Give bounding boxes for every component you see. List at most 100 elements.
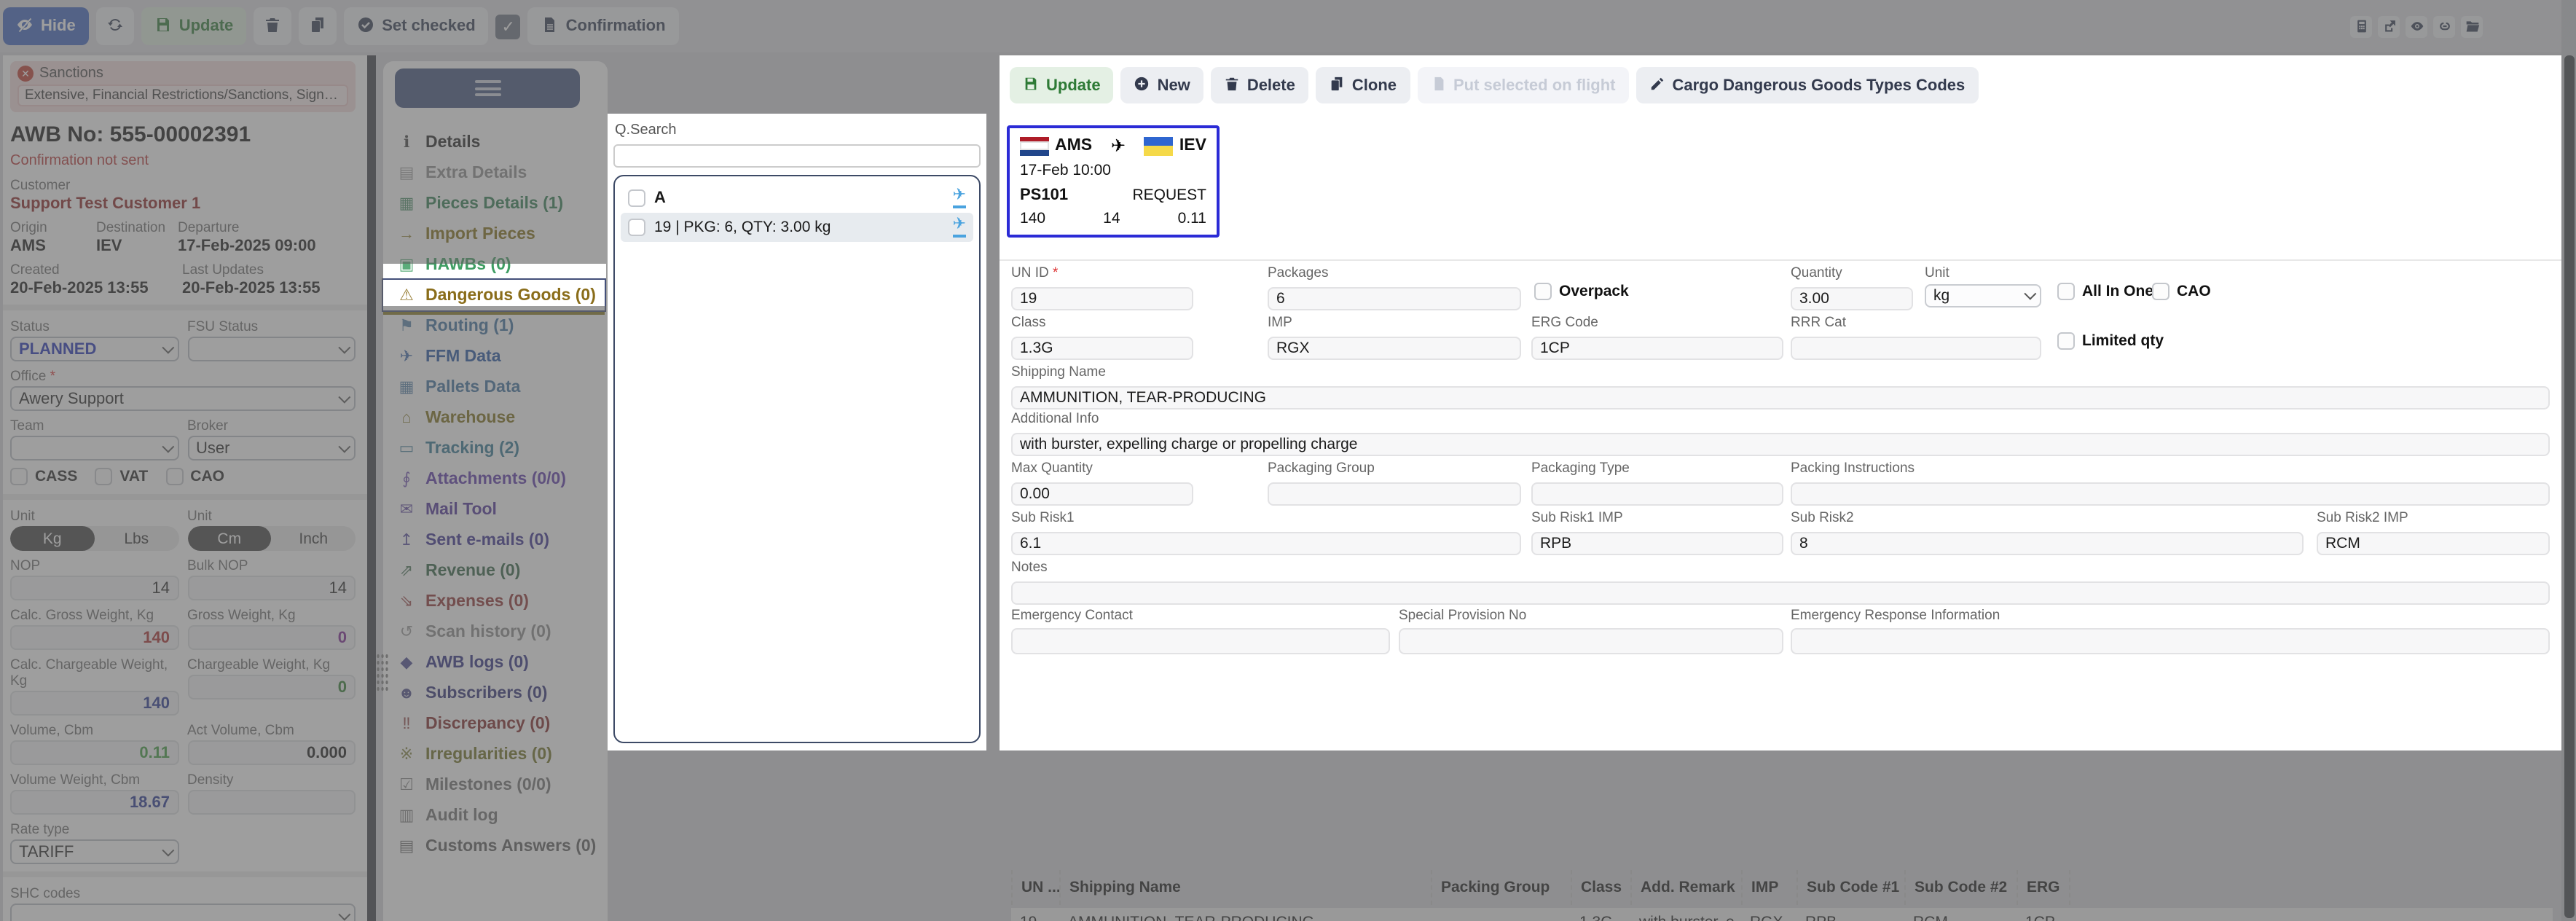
- sidebar-item-ffm-data[interactable]: ✈ FFM Data: [383, 341, 608, 372]
- sidebar-item-pieces-details[interactable]: ▦ Pieces Details (1): [383, 188, 608, 219]
- rrr-cat-input[interactable]: [1791, 337, 2041, 360]
- group-checkbox[interactable]: [628, 189, 645, 207]
- inch-option[interactable]: Inch: [272, 526, 356, 551]
- emergency-contact-input[interactable]: [1011, 628, 1390, 654]
- table-row[interactable]: 19AMMUNITION, TEAR-PRODUCING 1.3Gwith bur…: [1011, 908, 2553, 921]
- sidebar-item-milestones[interactable]: ☑ Milestones (0/0): [383, 769, 608, 800]
- class-input[interactable]: [1011, 337, 1193, 360]
- all-in-one-checkbox[interactable]: [2057, 283, 2075, 300]
- eye-icon[interactable]: [2406, 15, 2427, 37]
- sidebar-item-hawbs[interactable]: ▣ HAWBs (0): [383, 249, 608, 280]
- table-header-cell[interactable]: [2069, 870, 2553, 905]
- quantity-input[interactable]: [1791, 287, 1913, 310]
- sub-risk1-input[interactable]: [1011, 532, 1521, 555]
- erg-code-input[interactable]: [1531, 337, 1783, 360]
- sidebar-scrollbar[interactable]: [367, 55, 376, 921]
- sub-risk2-input[interactable]: [1791, 532, 2304, 555]
- packages-input[interactable]: [1268, 287, 1521, 310]
- bulk-nop-input[interactable]: 14: [187, 576, 356, 600]
- update-button-top[interactable]: Update: [141, 7, 247, 45]
- table-header-cell[interactable]: Sub Code #2: [1904, 870, 2017, 905]
- status-select[interactable]: PLANNED: [10, 337, 178, 361]
- export-icon[interactable]: [2378, 15, 2400, 37]
- cao-checkbox[interactable]: [165, 468, 184, 485]
- item-checkbox[interactable]: [628, 219, 645, 236]
- sidebar-item-sent-emails[interactable]: ↥ Sent e-mails (0): [383, 525, 608, 555]
- chargeable-input[interactable]: 0: [187, 675, 356, 699]
- cargo-dg-codes-button[interactable]: Cargo Dangerous Goods Types Codes: [1635, 67, 1979, 103]
- density-input[interactable]: [187, 790, 356, 815]
- set-checked-button[interactable]: Set checked: [344, 7, 489, 45]
- notes-input[interactable]: [1011, 581, 2550, 605]
- sidebar-item-extra-details[interactable]: ▤ Extra Details: [383, 157, 608, 188]
- limited-qty-checkbox[interactable]: [2057, 332, 2075, 350]
- lbs-option[interactable]: Lbs: [95, 526, 179, 551]
- act-volume-input[interactable]: 0.000: [187, 740, 356, 765]
- cm-option[interactable]: Cm: [187, 526, 272, 551]
- additional-info-input[interactable]: [1011, 433, 2550, 456]
- sidebar-item-awb-logs[interactable]: ◆ AWB logs (0): [383, 647, 608, 678]
- special-provision-input[interactable]: [1399, 628, 1783, 654]
- table-header-cell[interactable]: Class: [1571, 870, 1630, 905]
- hide-button[interactable]: Hide: [3, 7, 89, 45]
- imp-input[interactable]: [1268, 337, 1521, 360]
- shc-codes-select[interactable]: [10, 904, 356, 921]
- table-header-cell[interactable]: Packing Group: [1431, 870, 1571, 905]
- office-select[interactable]: Awery Support: [10, 386, 356, 411]
- sidebar-item-audit-log[interactable]: ▥ Audit log: [383, 800, 608, 831]
- new-button[interactable]: New: [1120, 67, 1203, 103]
- broker-select[interactable]: User: [187, 436, 356, 460]
- sidebar-item-routing[interactable]: ⚑ Routing (1): [383, 310, 608, 341]
- packing-instructions-input[interactable]: [1791, 482, 2550, 506]
- sidebar-item-mail-tool[interactable]: ✉ Mail Tool: [383, 494, 608, 525]
- overpack-checkbox[interactable]: [1534, 283, 1552, 300]
- kg-option[interactable]: Kg: [10, 526, 95, 551]
- delete-button-top[interactable]: [254, 7, 292, 45]
- table-header-cell[interactable]: Sub Code #1: [1796, 870, 1904, 905]
- plane-icon[interactable]: ✈: [952, 216, 966, 238]
- weight-unit-toggle[interactable]: Kg Lbs: [10, 526, 178, 551]
- sidebar-item-expenses[interactable]: ⇘ Expenses (0): [383, 586, 608, 616]
- table-header-cell[interactable]: Shipping Name: [1059, 870, 1431, 905]
- sidebar-item-pallets-data[interactable]: ▦ Pallets Data: [383, 372, 608, 402]
- fsu-status-select[interactable]: [187, 337, 356, 361]
- checked-checkbox[interactable]: ✓: [495, 14, 521, 39]
- sidebar-item-import-pieces[interactable]: → Import Pieces: [383, 219, 608, 249]
- sidebar-item-customs-answers[interactable]: ▤ Customs Answers (0): [383, 831, 608, 861]
- customer-value[interactable]: Support Test Customer 1: [10, 195, 356, 213]
- vat-checkbox[interactable]: [95, 468, 113, 485]
- panel-drag-handle[interactable]: [376, 653, 389, 691]
- sidebar-item-warehouse[interactable]: ⌂ Warehouse: [383, 402, 608, 433]
- flight-card[interactable]: AMS ✈ IEV 17-Feb 10:00 PS101 REQUEST 140…: [1007, 125, 1220, 238]
- table-header-cell[interactable]: Add. Remark: [1630, 870, 1741, 905]
- update-button[interactable]: Update: [1010, 67, 1114, 103]
- link-icon[interactable]: [2433, 15, 2455, 37]
- packaging-group-input[interactable]: [1268, 482, 1521, 506]
- sidebar-item-scan-history[interactable]: ↺ Scan history (0): [383, 616, 608, 647]
- max-quantity-input[interactable]: [1011, 482, 1193, 506]
- sidebar-item-attachments[interactable]: ∮ Attachments (0/0): [383, 463, 608, 494]
- page-scrollbar-thumb[interactable]: [2564, 55, 2574, 918]
- un-id-input[interactable]: [1011, 287, 1193, 310]
- nop-input[interactable]: 14: [10, 576, 178, 600]
- dg-group-row[interactable]: A ✈: [621, 184, 973, 213]
- cass-checkbox[interactable]: [10, 468, 28, 485]
- emergency-response-input[interactable]: [1791, 628, 2550, 654]
- sidebar-item-irregularities[interactable]: ※ Irregularities (0): [383, 739, 608, 769]
- table-header-cell[interactable]: IMP: [1741, 870, 1796, 905]
- sidebar-item-dangerous-goods[interactable]: ⚠ Dangerous Goods (0): [382, 278, 606, 312]
- page-scrollbar[interactable]: [2561, 0, 2576, 921]
- rate-type-select[interactable]: TARIFF: [10, 839, 178, 864]
- dg-item-row[interactable]: 19 | PKG: 6, QTY: 3.00 kg ✈: [621, 213, 973, 242]
- sub-risk1-imp-input[interactable]: [1531, 532, 1783, 555]
- shipping-name-input[interactable]: [1011, 386, 2550, 409]
- cao-checkbox-dg[interactable]: [2152, 283, 2169, 300]
- sidebar-item-discrepancy[interactable]: ‼ Discrepancy (0): [383, 708, 608, 739]
- qsearch-input[interactable]: [613, 144, 981, 168]
- sidebar-item-details[interactable]: ℹ Details: [383, 127, 608, 157]
- delete-button[interactable]: Delete: [1210, 67, 1308, 103]
- clone-button[interactable]: Clone: [1315, 67, 1410, 103]
- unit-select[interactable]: kg: [1925, 284, 2041, 307]
- plane-icon[interactable]: ✈: [952, 187, 966, 208]
- sidebar-item-tracking[interactable]: ▭ Tracking (2): [383, 433, 608, 463]
